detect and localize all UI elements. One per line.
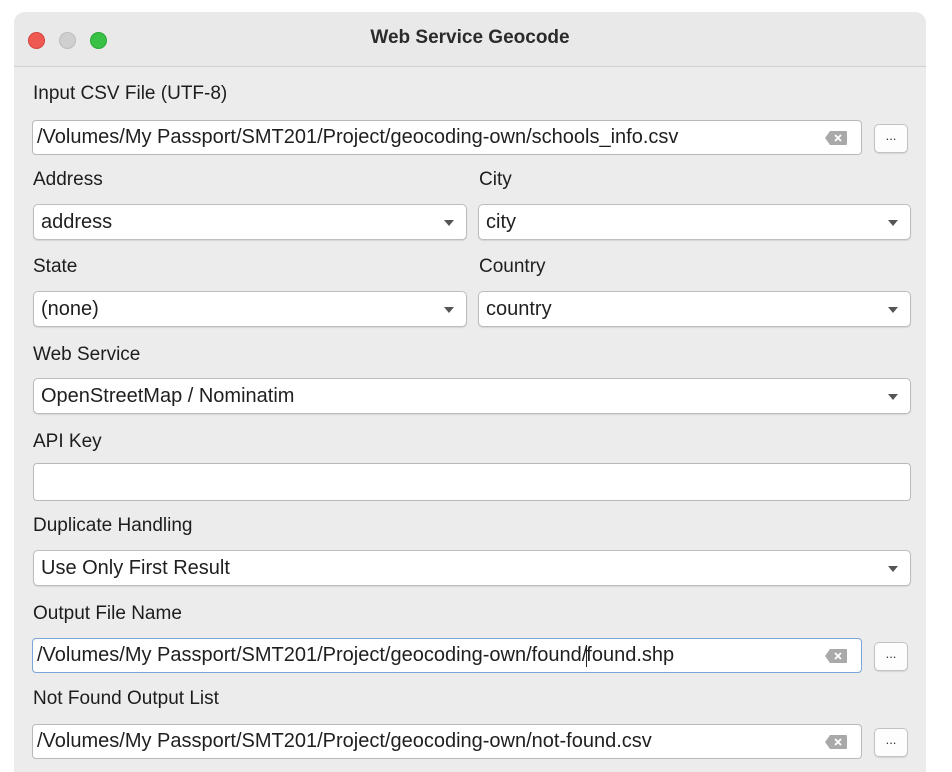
not-found-label: Not Found Output List (33, 688, 219, 709)
duplicate-handling-combo[interactable]: Use Only First Result (33, 550, 911, 586)
country-label: Country (479, 256, 546, 277)
chevron-down-icon (888, 394, 898, 400)
clear-text-icon[interactable] (825, 735, 847, 749)
city-combo[interactable]: city (478, 204, 911, 240)
output-file-label: Output File Name (33, 603, 182, 624)
country-combo-value: country (486, 298, 552, 320)
clear-text-icon[interactable] (825, 131, 847, 145)
chevron-down-icon (888, 566, 898, 572)
duplicate-handling-label: Duplicate Handling (33, 515, 193, 536)
geocode-dialog: Web Service Geocode Input CSV File (UTF-… (14, 12, 926, 772)
api-key-label: API Key (33, 431, 102, 452)
state-combo-value: (none) (41, 298, 99, 320)
address-combo[interactable]: address (33, 204, 467, 240)
country-combo[interactable]: country (478, 291, 911, 327)
address-combo-value: address (41, 211, 113, 233)
output-file-browse-button[interactable]: ... (874, 642, 908, 671)
input-csv-browse-button[interactable]: ... (874, 124, 908, 153)
state-label: State (33, 256, 78, 277)
input-csv-value: /Volumes/My Passport/SMT201/Project/geoc… (37, 126, 679, 148)
output-file-value-start: /Volumes/My Passport/SMT201/Project/geoc… (37, 644, 588, 666)
state-combo[interactable]: (none) (33, 291, 467, 327)
web-service-label: Web Service (33, 344, 141, 365)
api-key-field[interactable] (33, 463, 911, 501)
web-service-combo[interactable]: OpenStreetMap / Nominatim (33, 378, 911, 414)
output-file-value-end: found.shp (586, 644, 675, 666)
address-label: Address (33, 169, 103, 190)
input-csv-field[interactable]: /Volumes/My Passport/SMT201/Project/geoc… (32, 120, 862, 155)
window-title: Web Service Geocode (370, 27, 570, 48)
chevron-down-icon (444, 220, 454, 226)
not-found-browse-button[interactable]: ... (874, 728, 908, 757)
not-found-field[interactable]: /Volumes/My Passport/SMT201/Project/geoc… (32, 724, 862, 759)
not-found-value: /Volumes/My Passport/SMT201/Project/geoc… (37, 730, 652, 752)
chevron-down-icon (444, 307, 454, 313)
city-combo-value: city (486, 211, 516, 233)
web-service-combo-value: OpenStreetMap / Nominatim (41, 385, 295, 407)
title-bar: Web Service Geocode (14, 12, 926, 67)
duplicate-handling-combo-value: Use Only First Result (41, 557, 230, 579)
chevron-down-icon (888, 220, 898, 226)
chevron-down-icon (888, 307, 898, 313)
clear-text-icon[interactable] (825, 649, 847, 663)
city-label: City (479, 169, 512, 190)
input-csv-label: Input CSV File (UTF-8) (33, 83, 228, 104)
output-file-field[interactable]: /Volumes/My Passport/SMT201/Project/geoc… (32, 638, 862, 673)
